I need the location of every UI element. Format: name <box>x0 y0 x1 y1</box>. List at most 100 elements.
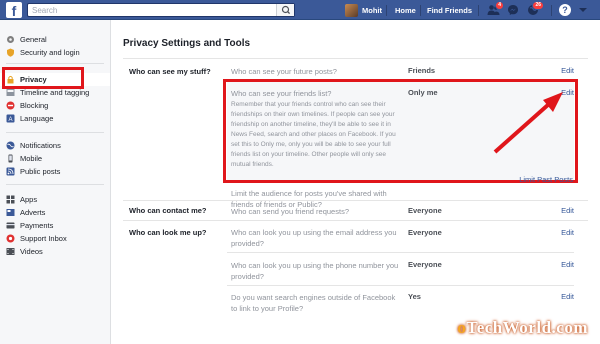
title-divider <box>123 58 588 59</box>
nav-divider <box>420 4 421 16</box>
svg-text:A: A <box>8 117 12 123</box>
sidebar-item-apps[interactable]: Apps <box>0 193 110 206</box>
facebook-logo[interactable]: f <box>6 2 22 18</box>
highlight-box-privacy <box>2 67 84 89</box>
sidebar-group-apps: Apps Adverts Payments Support Inbox Vide… <box>0 193 110 258</box>
sidebar-divider <box>6 63 104 64</box>
row-divider <box>227 252 574 253</box>
account-menu-button[interactable] <box>576 3 590 17</box>
settings-sidebar: General Security and login Privacy Timel… <box>0 20 111 344</box>
lifebuoy-icon <box>6 234 15 243</box>
page-title: Privacy Settings and Tools <box>123 38 251 49</box>
notifications-button[interactable]: 26 <box>526 1 544 17</box>
sidebar-item-support-inbox[interactable]: Support Inbox <box>0 232 110 245</box>
messages-button[interactable] <box>506 3 520 17</box>
globe-icon: A <box>6 114 15 123</box>
sidebar-item-label: Adverts <box>20 208 46 217</box>
setting-value-friend-requests: Everyone <box>408 206 442 215</box>
mobile-icon <box>6 154 15 163</box>
sidebar-item-label: Security and login <box>20 48 80 57</box>
sidebar-group-notifications: Notifications Mobile Public posts <box>0 139 110 178</box>
setting-question-friend-requests: Who can send you friend requests? <box>231 207 349 216</box>
sidebar-item-label: Timeline and tagging <box>20 88 90 97</box>
sidebar-item-notifications[interactable]: Notifications <box>0 139 110 152</box>
sidebar-item-label: Videos <box>20 247 43 256</box>
sidebar-item-label: Public posts <box>20 167 61 176</box>
search-button[interactable] <box>276 4 294 16</box>
section-label-stuff: Who can see my stuff? <box>129 67 211 76</box>
sidebar-item-label: Support Inbox <box>20 234 67 243</box>
section-label-contact: Who can contact me? <box>129 206 207 215</box>
watermark: oTechWorld.com <box>457 318 588 338</box>
watermark-text: TechWorld.com <box>466 318 588 337</box>
row-divider <box>227 285 574 286</box>
messenger-icon <box>508 5 518 15</box>
section-divider <box>123 200 588 201</box>
sidebar-item-payments[interactable]: Payments <box>0 219 110 232</box>
timeline-icon <box>6 88 15 97</box>
notifications-badge: 26 <box>532 1 544 10</box>
setting-value-search-engines: Yes <box>408 292 421 301</box>
help-button[interactable]: ? <box>558 3 572 17</box>
sidebar-item-videos[interactable]: Videos <box>0 245 110 258</box>
home-link[interactable]: Home <box>395 0 416 20</box>
sidebar-item-adverts[interactable]: Adverts <box>0 206 110 219</box>
nav-divider <box>478 4 479 16</box>
setting-question-email-lookup: Who can look you up using the email addr… <box>231 228 397 248</box>
search-input[interactable] <box>28 4 273 16</box>
setting-question-future-posts: Who can see your future posts? <box>231 67 337 76</box>
globe-notification-icon <box>6 141 15 150</box>
sidebar-item-mobile[interactable]: Mobile <box>0 152 110 165</box>
sidebar-item-general[interactable]: General <box>0 33 110 46</box>
sidebar-item-label: Apps <box>20 195 38 204</box>
sidebar-divider <box>6 184 104 185</box>
limit-past-posts-link[interactable]: Limit Past Posts <box>519 175 573 184</box>
section-label-lookup: Who can look me up? <box>129 228 207 237</box>
avatar <box>345 3 358 17</box>
edit-email-lookup-link[interactable]: Edit <box>561 228 574 237</box>
find-friends-label: Find Friends <box>427 5 472 15</box>
sidebar-item-security[interactable]: Security and login <box>0 46 110 59</box>
nav-divider <box>386 4 387 16</box>
setting-value-email-lookup: Everyone <box>408 228 442 237</box>
profile-link[interactable]: Mohit <box>345 0 382 20</box>
sidebar-item-label: General <box>20 35 47 44</box>
block-icon <box>6 101 15 110</box>
shield-icon <box>6 48 15 57</box>
friend-requests-button[interactable]: 4 <box>486 1 504 17</box>
nav-divider <box>551 4 552 16</box>
sidebar-item-public-posts[interactable]: Public posts <box>0 165 110 178</box>
card-icon <box>6 221 15 230</box>
privacy-settings-panel: Privacy Settings and Tools Who can see m… <box>111 20 600 344</box>
sidebar-item-label: Mobile <box>20 154 43 163</box>
search-icon <box>281 5 291 15</box>
sidebar-group-account: General Security and login <box>0 33 110 59</box>
edit-phone-lookup-link[interactable]: Edit <box>561 260 574 269</box>
sidebar-item-blocking[interactable]: Blocking <box>0 99 110 112</box>
rss-icon <box>6 167 15 176</box>
setting-question-phone-lookup: Who can look you up using the phone numb… <box>231 261 399 281</box>
apps-icon <box>6 195 15 204</box>
edit-future-posts-link[interactable]: Edit <box>561 66 574 75</box>
sidebar-item-label: Payments <box>20 221 54 230</box>
friend-requests-badge: 4 <box>495 1 504 10</box>
search-box <box>27 3 295 17</box>
video-icon <box>6 247 15 256</box>
edit-search-engines-link[interactable]: Edit <box>561 292 574 301</box>
pointer-arrow-icon <box>493 92 563 154</box>
top-bar: f Mohit Home Find Friends 4 26 ? <box>0 0 600 20</box>
edit-friend-requests-link[interactable]: Edit <box>561 206 574 215</box>
sidebar-divider <box>6 132 104 133</box>
sidebar-item-label: Language <box>20 114 54 123</box>
sidebar-item-language[interactable]: A Language <box>0 112 110 125</box>
home-label: Home <box>395 5 416 15</box>
sidebar-item-label: Blocking <box>20 101 49 110</box>
adverts-icon <box>6 208 15 217</box>
profile-name: Mohit <box>362 5 382 15</box>
section-divider <box>123 220 588 221</box>
find-friends-link[interactable]: Find Friends <box>427 0 472 20</box>
setting-question-search-engines: Do you want search engines outside of Fa… <box>231 293 396 313</box>
caret-down-icon <box>579 8 587 12</box>
setting-value-phone-lookup: Everyone <box>408 260 442 269</box>
setting-value-future-posts: Friends <box>408 66 436 75</box>
